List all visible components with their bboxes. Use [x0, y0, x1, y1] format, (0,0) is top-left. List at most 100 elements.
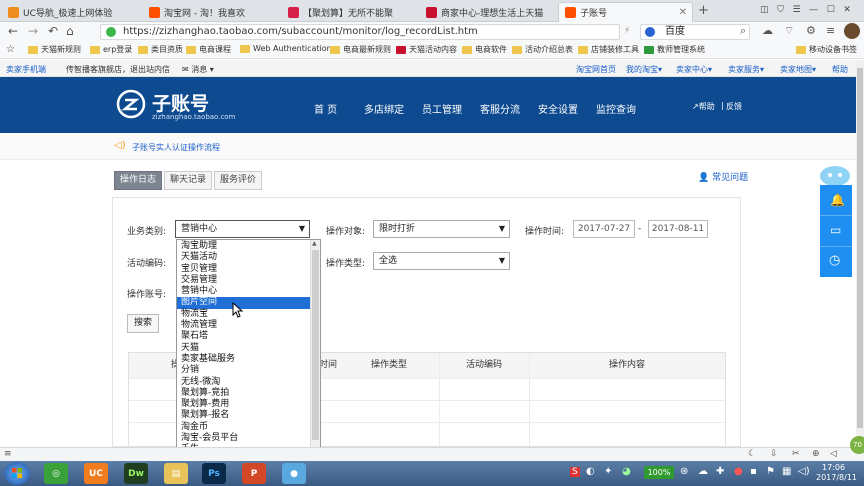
volume-icon[interactable]: ◁ — [830, 449, 837, 459]
op-type-select[interactable]: 全选 ▼ — [373, 252, 510, 270]
photoshop-icon[interactable]: Ps — [202, 463, 226, 484]
tray-icon[interactable]: ● — [734, 466, 743, 477]
notification-menu[interactable]: ✉ 消息 ▾ — [182, 64, 214, 75]
back-icon[interactable]: ← — [8, 24, 18, 38]
seller-map-menu[interactable]: 卖家地图▾ — [780, 64, 816, 75]
dropdown-option[interactable]: 营销中心 — [177, 286, 320, 297]
powerpoint-icon[interactable]: P — [242, 463, 266, 484]
tab-operation-log[interactable]: 操作日志 — [114, 171, 162, 190]
bookmark-item[interactable]: 类目资质 — [138, 44, 183, 55]
scroll-up-icon[interactable]: ▲ — [312, 240, 317, 247]
browser-tab[interactable]: 淘宝网 - 淘！我喜欢 — [143, 2, 275, 22]
bookmark-item[interactable]: 店铺装修工具 — [578, 44, 639, 55]
dropdown-option[interactable]: 图片空间 — [177, 297, 320, 309]
settings-icon[interactable]: ⚙ — [806, 24, 816, 37]
tab-service-rating[interactable]: 服务评价 — [214, 171, 262, 190]
dropdown-option[interactable]: 卖家基础服务 — [177, 354, 320, 365]
tray-icon[interactable]: ◐ — [586, 466, 595, 477]
tray-icon[interactable]: ◕ — [622, 466, 631, 477]
faq-link[interactable]: 👤 常见问题 — [698, 170, 748, 183]
bookmark-item[interactable]: 教师管理系统 — [644, 44, 705, 55]
dropdown-option[interactable]: 天猫活动 — [177, 252, 320, 263]
zoom-icon[interactable]: ⊕ — [812, 449, 820, 459]
dropdown-option[interactable]: 分销 — [177, 365, 320, 376]
bookmark-item[interactable]: 电商课程 — [186, 44, 231, 55]
browser-tab[interactable]: 商家中心-理想生活上天猫 — [420, 2, 555, 22]
search-engine-box[interactable]: 百度 — [640, 24, 750, 40]
sogou-icon[interactable]: S — [570, 467, 580, 477]
menu-icon[interactable]: ≡ — [826, 24, 835, 37]
uc-browser-icon[interactable]: UC — [84, 463, 108, 484]
tray-icon[interactable]: ⊛ — [680, 466, 688, 477]
tray-icon[interactable]: ☁ — [698, 466, 708, 477]
menu-icon[interactable]: ≡ — [4, 449, 12, 459]
dropdown-option[interactable]: 聚划算-费用 — [177, 399, 320, 410]
seller-service-menu[interactable]: 卖家服务▾ — [728, 64, 764, 75]
biz-category-select[interactable]: 营销中心 ▼ — [175, 220, 310, 238]
browser-tab[interactable]: UC导航_极速上网体验 — [2, 2, 126, 22]
download-icon[interactable]: ⇩ — [770, 449, 778, 459]
tray-icon[interactable]: ▪ — [750, 466, 757, 477]
dropdown-option[interactable]: 天猫 — [177, 343, 320, 354]
tray-icon[interactable]: ✚ — [716, 466, 724, 477]
wifi-icon[interactable]: ⌔ — [784, 24, 794, 38]
nav-multi-store[interactable]: 多店绑定 — [364, 101, 404, 116]
bookmark-item[interactable]: erp登录 — [90, 44, 132, 55]
shield-icon[interactable]: ⛉ — [777, 5, 784, 15]
mobile-bookmarks[interactable]: 移动设备书签 — [796, 44, 857, 55]
dreamweaver-icon[interactable]: Dw — [124, 463, 148, 484]
battery-indicator[interactable]: 100% — [644, 466, 674, 479]
maximize-icon[interactable]: ☐ — [827, 5, 835, 15]
search-button[interactable]: 搜索 — [127, 314, 159, 333]
dropdown-option[interactable]: 物流管理 — [177, 320, 320, 331]
sync-icon[interactable]: ☁ — [762, 24, 773, 37]
seller-center-menu[interactable]: 卖家中心▾ — [676, 64, 712, 75]
moon-icon[interactable]: ☾ — [748, 449, 756, 459]
dropdown-option[interactable]: 聚石塔 — [177, 331, 320, 342]
app-360-icon[interactable]: ◎ — [44, 463, 68, 484]
nav-customer-service[interactable]: 客服分流 — [480, 101, 520, 116]
reader-icon[interactable]: ◫ — [760, 5, 769, 15]
qq-icon[interactable]: ● — [282, 463, 306, 484]
bookmark-item[interactable]: 电商最新规则 — [330, 44, 391, 55]
network-icon[interactable]: ▦ — [782, 466, 791, 477]
clock-date[interactable]: 2017/8/11 — [816, 473, 857, 482]
lightning-icon[interactable]: ⚡ — [624, 26, 630, 36]
undo-icon[interactable]: ↶ — [48, 24, 58, 38]
dropdown-option[interactable]: 交易管理 — [177, 275, 320, 286]
dropdown-scrollbar[interactable]: ▲ ▼ — [310, 240, 320, 457]
dropdown-option[interactable]: 物流宝 — [177, 309, 320, 320]
flag-icon[interactable]: ⚑ — [766, 466, 775, 477]
avatar[interactable] — [844, 23, 860, 39]
home-icon[interactable]: ⌂ — [66, 24, 74, 38]
seller-mobile-link[interactable]: 卖家手机端 — [6, 64, 46, 75]
dropdown-option[interactable]: 聚划算-竞拍 — [177, 388, 320, 399]
bookmark-item[interactable]: Web Authentication — [240, 44, 332, 53]
clock-time[interactable]: 17:06 — [822, 463, 845, 472]
page-scrollbar[interactable] — [856, 60, 864, 447]
dropdown-option[interactable]: 无线-微淘 — [177, 377, 320, 388]
dropdown-option[interactable]: 淘金币 — [177, 422, 320, 433]
bookmark-item[interactable]: 天猫活动内容 — [396, 44, 457, 55]
biz-category-dropdown[interactable]: 淘宝助理 天猫活动 宝贝管理 交易管理 营销中心 图片空间 物流宝 物流管理 聚石塔 天猫 卖家基础… — [176, 239, 321, 458]
dropdown-option[interactable]: 聚划算-报名 — [177, 410, 320, 421]
chat-icon[interactable]: ▭ — [830, 223, 841, 237]
browser-tab-active[interactable]: 子账号 ✕ — [558, 2, 693, 22]
folder-icon[interactable]: ▤ — [164, 463, 188, 484]
star-icon[interactable]: ☆ — [6, 44, 15, 55]
skin-icon[interactable]: ☰ — [792, 5, 800, 15]
browser-tab[interactable]: 【聚划算】无所不能聚 — [282, 2, 414, 22]
nav-staff[interactable]: 员工管理 — [422, 101, 462, 116]
nav-monitor[interactable]: 监控查询 — [596, 101, 636, 116]
forward-icon[interactable]: → — [28, 24, 38, 38]
dropdown-option[interactable]: 宝贝管理 — [177, 264, 320, 275]
bookmark-item[interactable]: 电商软件 — [462, 44, 507, 55]
nav-home[interactable]: 首 页 — [314, 101, 337, 116]
nav-security[interactable]: 安全设置 — [538, 101, 578, 116]
url-input[interactable]: https://zizhanghao.taobao.com/subaccount… — [100, 24, 620, 40]
bookmark-item[interactable]: 活动介绍总表 — [512, 44, 573, 55]
speed-badge[interactable]: 70 — [850, 436, 864, 454]
start-button[interactable] — [4, 462, 30, 485]
minimize-icon[interactable]: — — [809, 5, 818, 15]
volume-icon[interactable]: ◁) — [798, 466, 810, 477]
